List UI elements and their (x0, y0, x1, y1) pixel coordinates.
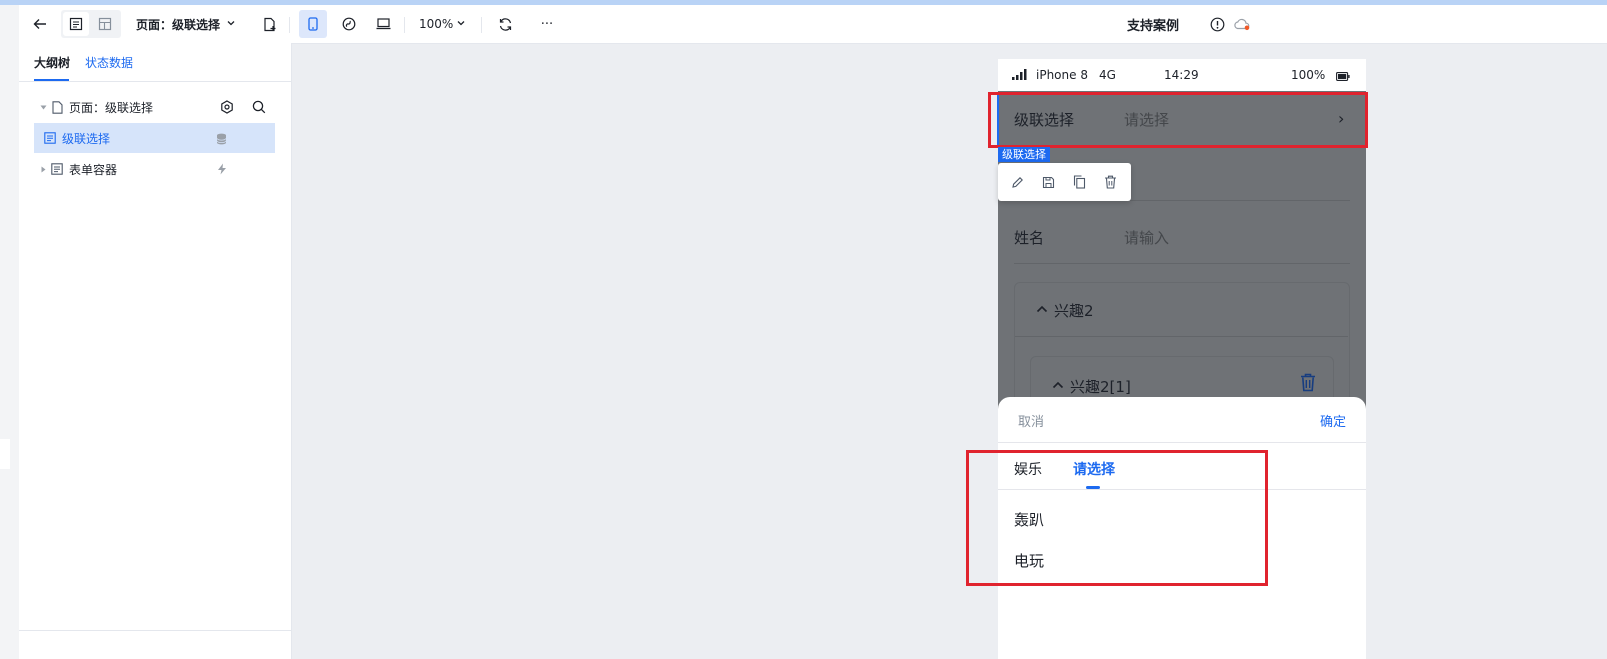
subgroup-title: 兴趣2[1] (1070, 378, 1131, 396)
left-rail-handle[interactable] (0, 439, 10, 469)
cancel-button[interactable]: 取消 (1018, 411, 1044, 430)
field-divider (1014, 263, 1350, 264)
battery-icon (1336, 70, 1350, 84)
toolbar-divider (289, 17, 290, 33)
add-page-icon[interactable] (260, 12, 280, 36)
cloud-sync-icon[interactable] (1232, 12, 1252, 36)
info-icon[interactable] (1207, 12, 1227, 36)
network-type: 4G (1099, 68, 1116, 82)
toolbar-divider (481, 17, 482, 33)
miniprogram-preview-icon[interactable] (339, 12, 359, 36)
options-highlight-box (966, 450, 1268, 586)
tree-item-page[interactable]: 页面：级联选择 (34, 92, 275, 122)
caret-down-icon[interactable] (36, 104, 50, 111)
form-container-icon (50, 163, 64, 175)
chevron-down-icon (456, 17, 466, 31)
form-component-icon (43, 132, 57, 144)
phone-status-bar: iPhone 8 4G 14:29 100% (998, 59, 1366, 91)
component-name-tag: 级联选择 (998, 147, 1050, 162)
tab-outline-tree[interactable]: 大纲树 (34, 54, 70, 71)
active-tab-indicator (34, 79, 69, 81)
database-icon[interactable] (216, 133, 227, 148)
mobile-preview-icon[interactable] (299, 10, 327, 38)
name-field-input[interactable]: 请输入 (1124, 227, 1169, 248)
zoom-selector[interactable]: 100% (419, 12, 466, 36)
name-field-label: 姓名 (1014, 229, 1045, 247)
tab-state-data[interactable]: 状态数据 (85, 54, 133, 71)
copy-icon[interactable] (1071, 174, 1087, 190)
zoom-value: 100% (419, 17, 454, 31)
toolbar-divider (404, 17, 405, 33)
back-arrow-icon[interactable] (30, 12, 50, 36)
tree-item-label: 表单容器 (69, 162, 118, 177)
chevron-up-icon[interactable] (1052, 376, 1064, 394)
view-mode-switch (61, 10, 121, 38)
tree-item-cascader[interactable]: 级联选择 (34, 123, 275, 153)
caret-right-icon[interactable] (36, 166, 50, 173)
top-toolbar: 页面：级联选择 100% ··· 支持案例 (19, 5, 1607, 44)
layout-view-icon[interactable] (92, 12, 118, 36)
page-selector-label: 页面：级联选择 (136, 17, 221, 32)
refresh-icon[interactable] (495, 12, 515, 36)
more-button[interactable]: ··· (535, 12, 559, 36)
settings-gear-icon[interactable] (220, 100, 234, 117)
lightning-icon[interactable] (217, 163, 227, 178)
delete-icon[interactable] (1102, 174, 1118, 190)
tree-item-form-container[interactable]: 表单容器 (34, 154, 275, 184)
sidebar-bottom-divider (19, 630, 291, 631)
status-time: 14:29 (1164, 68, 1199, 82)
tree-item-label: 页面：级联选择 (69, 100, 154, 115)
page-file-icon (50, 100, 64, 114)
desktop-preview-icon[interactable] (373, 12, 393, 36)
component-action-popover (998, 163, 1131, 201)
chevron-up-icon[interactable] (1036, 300, 1048, 318)
save-icon[interactable] (1040, 174, 1056, 190)
group-divider (1015, 336, 1348, 337)
group-title: 兴趣2 (1054, 302, 1094, 320)
outline-sidebar: 大纲树 状态数据 页面：级联选择 级联选择 表单容器 (19, 43, 292, 659)
left-rail (0, 5, 19, 659)
outline-view-icon[interactable] (63, 12, 89, 36)
battery-percent: 100% (1291, 68, 1326, 82)
support-cases-link[interactable]: 支持案例 (1127, 12, 1179, 36)
device-name: iPhone 8 (1036, 68, 1088, 82)
signal-icon (1012, 69, 1028, 83)
page-selector[interactable]: 页面：级联选择 (136, 12, 236, 36)
cascader-highlight-box (988, 92, 1368, 148)
tree-item-label: 级联选择 (62, 131, 111, 146)
sheet-header-divider (998, 442, 1366, 443)
trash-icon[interactable] (1300, 373, 1316, 396)
sidebar-tabs: 大纲树 状态数据 (19, 43, 291, 82)
edit-pencil-icon[interactable] (1009, 174, 1025, 190)
search-icon[interactable] (252, 100, 266, 117)
confirm-button[interactable]: 确定 (1320, 411, 1346, 430)
chevron-down-icon (226, 17, 236, 31)
